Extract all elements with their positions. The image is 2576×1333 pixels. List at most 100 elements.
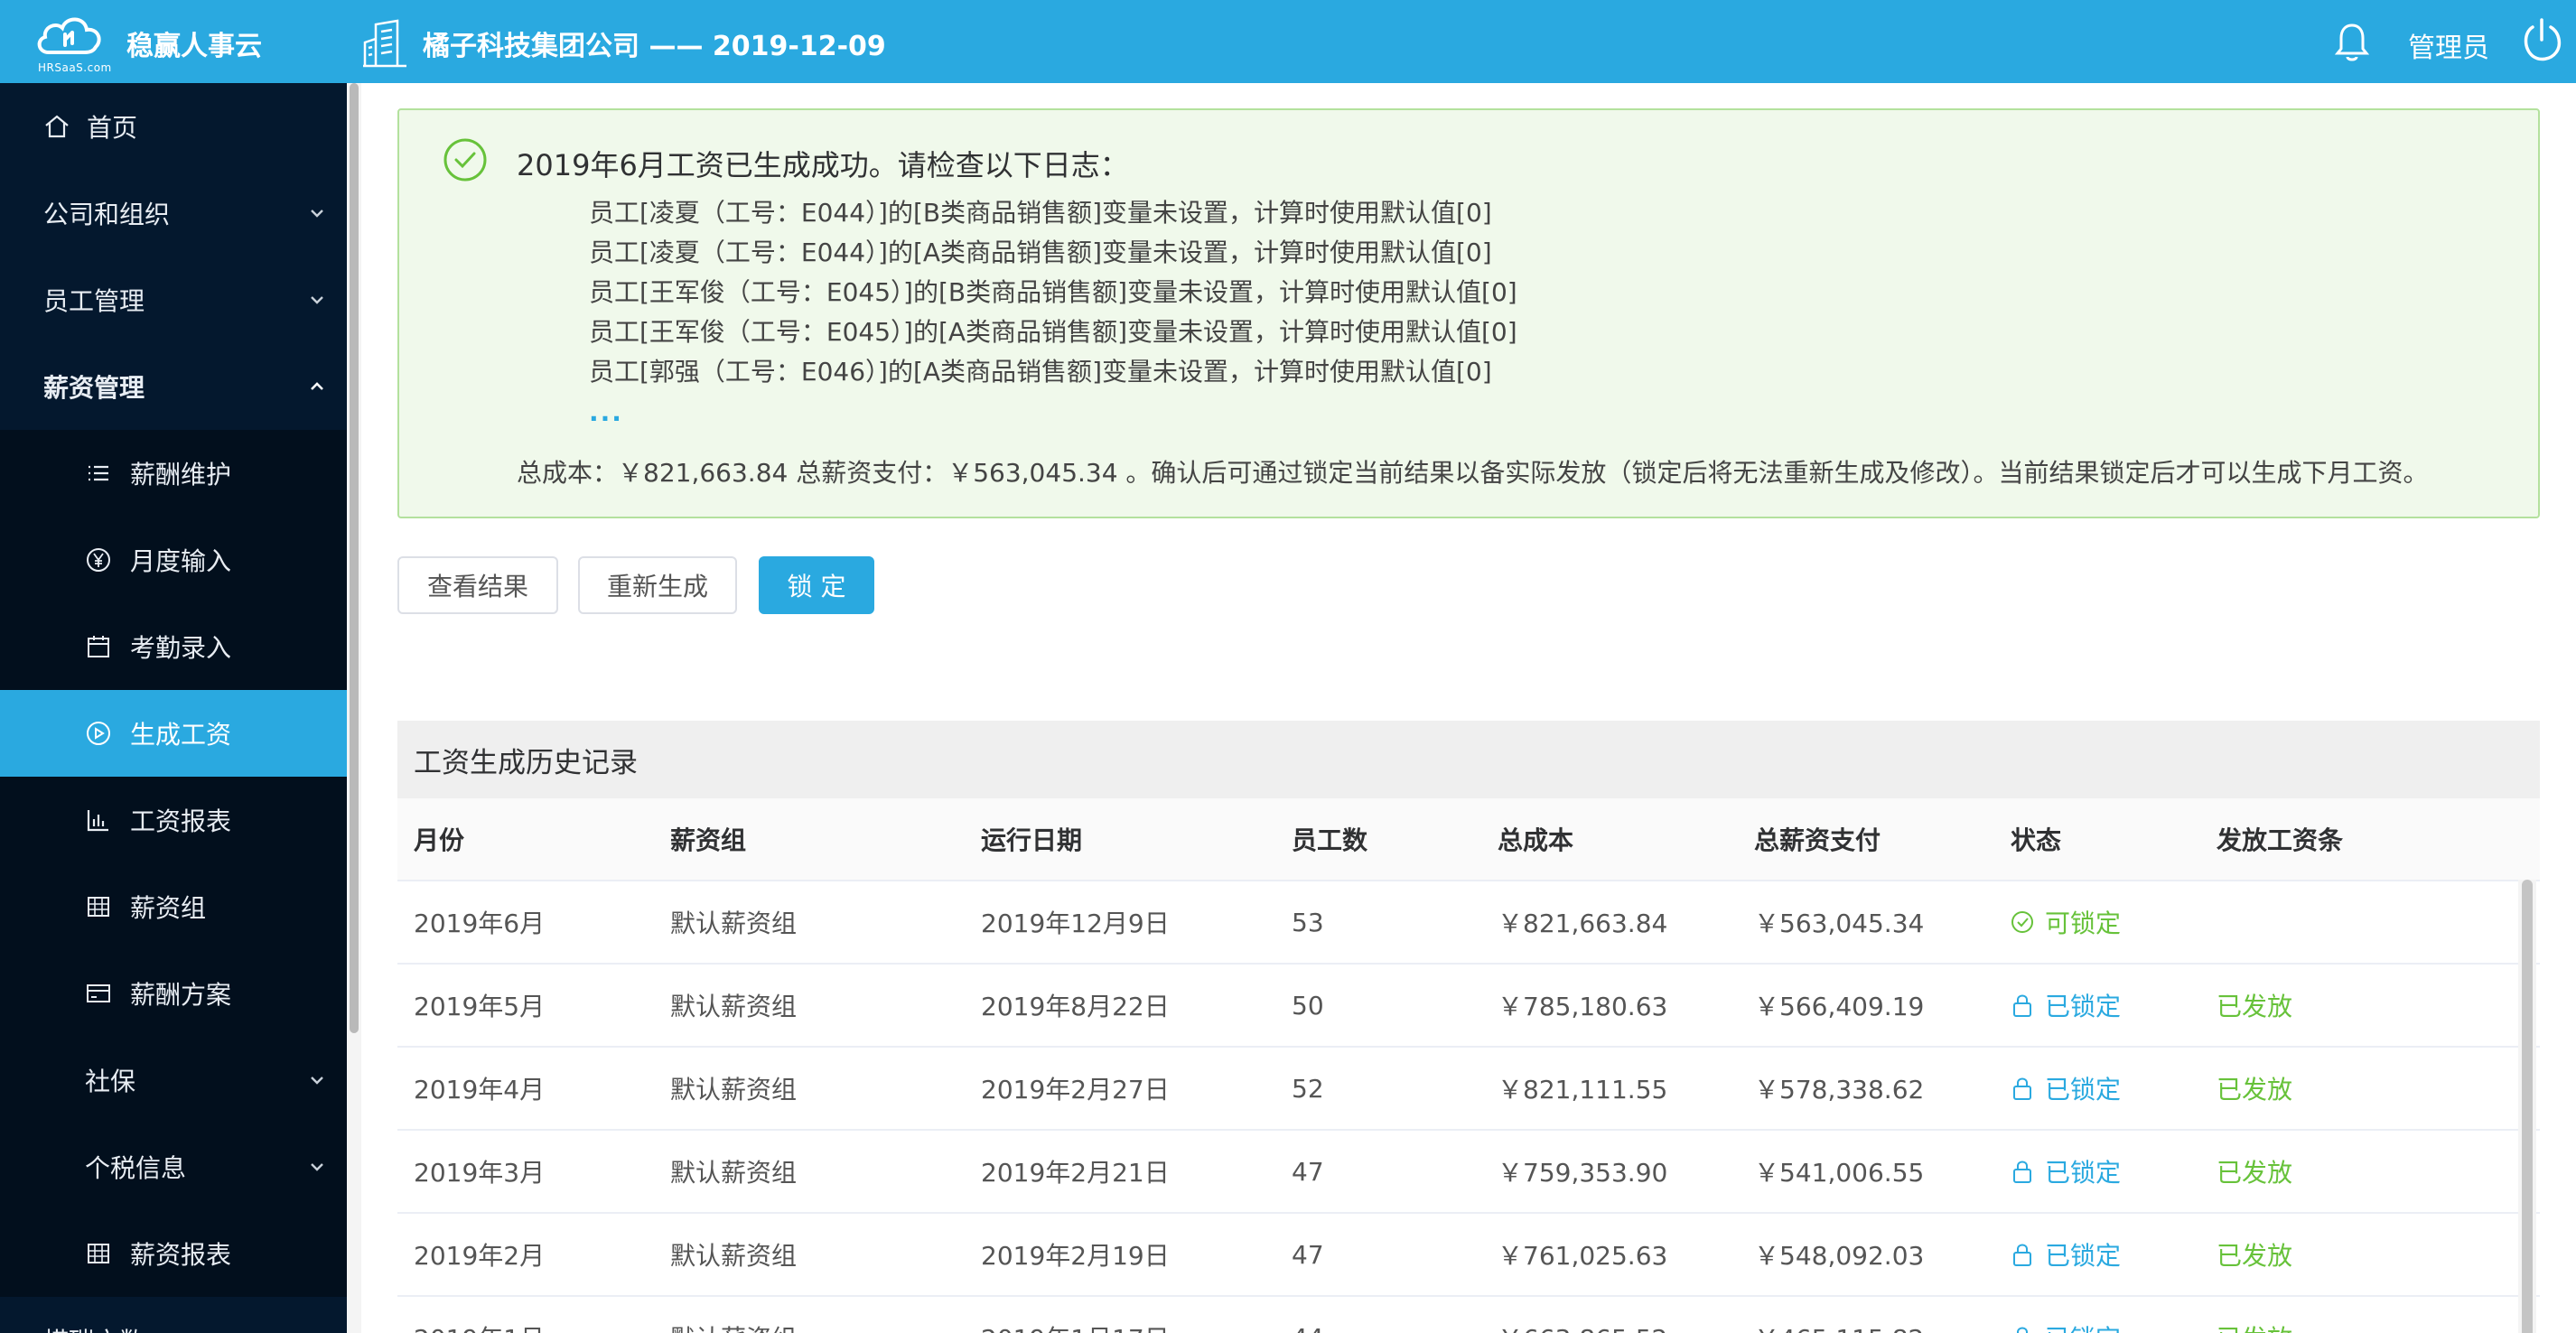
sidebar-item-label: 薪酬维护	[130, 460, 232, 489]
cell-employee-count: 47	[1292, 1156, 1324, 1187]
cell-month: 2019年3月	[414, 1158, 546, 1188]
table-row[interactable]: 2019年1月 默认薪资组 2019年1月17日 44 ￥663,865.52 ￥465,…	[397, 1297, 2540, 1333]
logo-subtitle: HRSaaS.com	[38, 61, 112, 74]
lock-icon	[2013, 1244, 2031, 1266]
lock-icon	[2013, 1077, 2031, 1100]
cell-status: 已锁定	[2011, 1297, 2121, 1333]
sidebar-item-tax-info[interactable]: 个税信息	[0, 1123, 347, 1210]
cell-run-date: 2019年2月21日	[981, 1158, 1170, 1188]
cell-run-date: 2019年2月27日	[981, 1075, 1170, 1105]
app-name: 稳赢人事云	[126, 31, 262, 62]
cell-payslip-status: 已发放	[2217, 1075, 2293, 1105]
sidebar-item-home[interactable]: 首页	[0, 83, 347, 170]
check-circle-icon	[2011, 911, 2033, 933]
column-header: 发放工资条	[2217, 825, 2344, 855]
cell-total-cost: ￥759,353.90	[1498, 1158, 1668, 1188]
status-label: 已锁定	[2045, 1319, 2121, 1333]
user-menu[interactable]: 管理员	[2408, 25, 2489, 65]
alert-summary: 总成本：￥821,663.84 总薪资支付：￥563,045.34 。确认后可通…	[517, 458, 2429, 488]
bell-icon[interactable]	[2334, 22, 2370, 61]
status-label: 已锁定	[2045, 1241, 2122, 1271]
table-row[interactable]: 2019年4月 默认薪资组 2019年2月27日 52 ￥821,111.55 ￥578,…	[397, 1048, 2540, 1131]
grid-icon	[88, 1244, 109, 1263]
yen-icon	[87, 548, 110, 572]
calendar-icon	[88, 636, 109, 657]
sidebar-item-label: 工资报表	[130, 806, 232, 836]
lock-icon	[2017, 1327, 2028, 1333]
sidebar-item-salary-plan[interactable]: 薪酬方案	[0, 950, 347, 1037]
sidebar-item-social-security[interactable]: 社保	[0, 1037, 347, 1123]
building-icon	[363, 19, 406, 68]
chevron-down-icon	[311, 1077, 323, 1085]
sidebar-item-company-org[interactable]: 公司和组织	[0, 170, 347, 256]
app-logo[interactable]: HRSaaS.com 稳赢人事云	[33, 11, 340, 74]
cell-total-cost: ￥821,663.84	[1498, 909, 1668, 938]
company-title: 橘子科技集团公司 —— 2019-12-09	[361, 16, 886, 70]
list-icon	[89, 465, 108, 481]
cell-status[interactable]: 可锁定	[2011, 881, 2121, 963]
cell-month: 2019年4月	[414, 1075, 546, 1105]
column-header: 薪资组	[670, 825, 747, 855]
sidebar-scrollbar[interactable]	[347, 83, 361, 1333]
table-body: 2019年6月 默认薪资组 2019年12月9日 53 ￥821,663.84 ￥563,…	[397, 881, 2540, 1333]
lock-button[interactable]: 锁 定	[759, 556, 874, 614]
table-row[interactable]: 2019年3月 默认薪资组 2019年2月21日 47 ￥759,353.90 ￥541,…	[397, 1131, 2540, 1214]
sidebar-item-label: 薪酬方案	[130, 980, 232, 1010]
success-alert: 2019年6月工资已生成成功。请检查以下日志： 员工[凌夏（工号：E044）]的…	[397, 108, 2540, 518]
table-row[interactable]: 2019年6月 默认薪资组 2019年12月9日 53 ￥821,663.84 ￥563,…	[397, 881, 2540, 965]
sidebar-item-attendance[interactable]: 考勤录入	[0, 603, 347, 690]
cell-total-pay: ￥548,092.03	[1754, 1241, 1925, 1271]
cell-month: 2019年1月	[414, 1297, 545, 1333]
cell-total-pay: ￥563,045.34	[1754, 909, 1925, 938]
lock-icon	[2013, 994, 2031, 1017]
cell-payslip-status: 已发放	[2217, 992, 2293, 1021]
table-row[interactable]: 2019年5月 默认薪资组 2019年8月22日 50 ￥785,180.63 ￥566,…	[397, 965, 2540, 1048]
cell-run-date: 2019年12月9日	[981, 909, 1170, 938]
cell-month: 2019年2月	[414, 1241, 546, 1271]
status-label: 已锁定	[2045, 992, 2122, 1021]
bar-chart-icon	[87, 810, 108, 832]
table-scrollbar-thumb[interactable]	[2522, 880, 2533, 1333]
check-circle-icon	[443, 138, 487, 182]
cell-total-pay: ￥566,409.19	[1754, 992, 1925, 1021]
column-header: 月份	[414, 825, 465, 855]
view-result-button[interactable]: 查看结果	[397, 556, 558, 614]
regenerate-button[interactable]: 重新生成	[578, 556, 737, 614]
log-more-link[interactable]: ...	[589, 397, 623, 427]
sidebar-item-salary-group[interactable]: 薪资组	[0, 863, 347, 950]
chevron-up-icon	[311, 382, 323, 390]
sidebar-item-employees[interactable]: 员工管理	[0, 256, 347, 343]
chevron-down-icon	[311, 1163, 323, 1171]
top-header: HRSaaS.com 稳赢人事云 橘子科技集团公司 —— 2019-12-09 …	[0, 0, 2576, 83]
table-row[interactable]: 2019年2月 默认薪资组 2019年2月19日 47 ￥761,025.63 ￥548,…	[397, 1214, 2540, 1297]
sidebar-item-generate-payroll[interactable]: 生成工资	[0, 690, 347, 777]
lock-icon	[2013, 1161, 2031, 1183]
sidebar-item-monthly-input[interactable]: 月度输入	[0, 517, 347, 603]
sidebar-scrollbar-thumb[interactable]	[350, 83, 359, 1033]
cell-total-cost: ￥785,180.63	[1498, 992, 1668, 1021]
cell-status: 已锁定	[2011, 1214, 2121, 1295]
sidebar-item-partial[interactable]: 栉碳方数	[0, 1297, 347, 1333]
grid-icon	[88, 897, 109, 917]
sidebar-item-payroll[interactable]: 薪资管理	[0, 343, 347, 430]
table-scrollbar[interactable]	[2518, 880, 2536, 1333]
log-line: 员工[王军俊（工号：E045）]的[A类商品销售额]变量未设置，计算时使用默认值…	[589, 317, 1517, 347]
sidebar-item-salary-report[interactable]: 薪资报表	[0, 1210, 347, 1297]
sidebar-item-salary-maintenance[interactable]: 薪酬维护	[0, 430, 347, 517]
log-line: 员工[凌夏（工号：E044）]的[B类商品销售额]变量未设置，计算时使用默认值[…	[589, 198, 1492, 228]
power-icon[interactable]	[2520, 16, 2563, 63]
sidebar-item-payroll-report[interactable]: 工资报表	[0, 777, 347, 863]
cell-run-date: 2019年1月17日	[981, 1297, 1170, 1333]
column-header: 员工数	[1292, 825, 1368, 855]
cell-salary-group: 默认薪资组	[670, 1158, 798, 1188]
cell-total-pay: ￥578,338.62	[1754, 1075, 1925, 1105]
cell-payslip-status: 已发放	[2217, 1297, 2292, 1333]
sidebar-item-label: 薪资报表	[130, 1240, 232, 1270]
cloud-logo-icon	[37, 17, 101, 54]
cell-salary-group: 默认薪资组	[670, 909, 798, 938]
company-date: 橘子科技集团公司 —— 2019-12-09	[423, 31, 886, 62]
history-title: 工资生成历史记录	[397, 721, 2540, 798]
status-label: 可锁定	[2045, 909, 2122, 938]
cell-salary-group: 默认薪资组	[670, 1075, 798, 1105]
sidebar: 首页 公司和组织 员工管理 薪资管理 薪酬维护 月度输入 考勤录入 生成工资 工…	[0, 83, 361, 1333]
